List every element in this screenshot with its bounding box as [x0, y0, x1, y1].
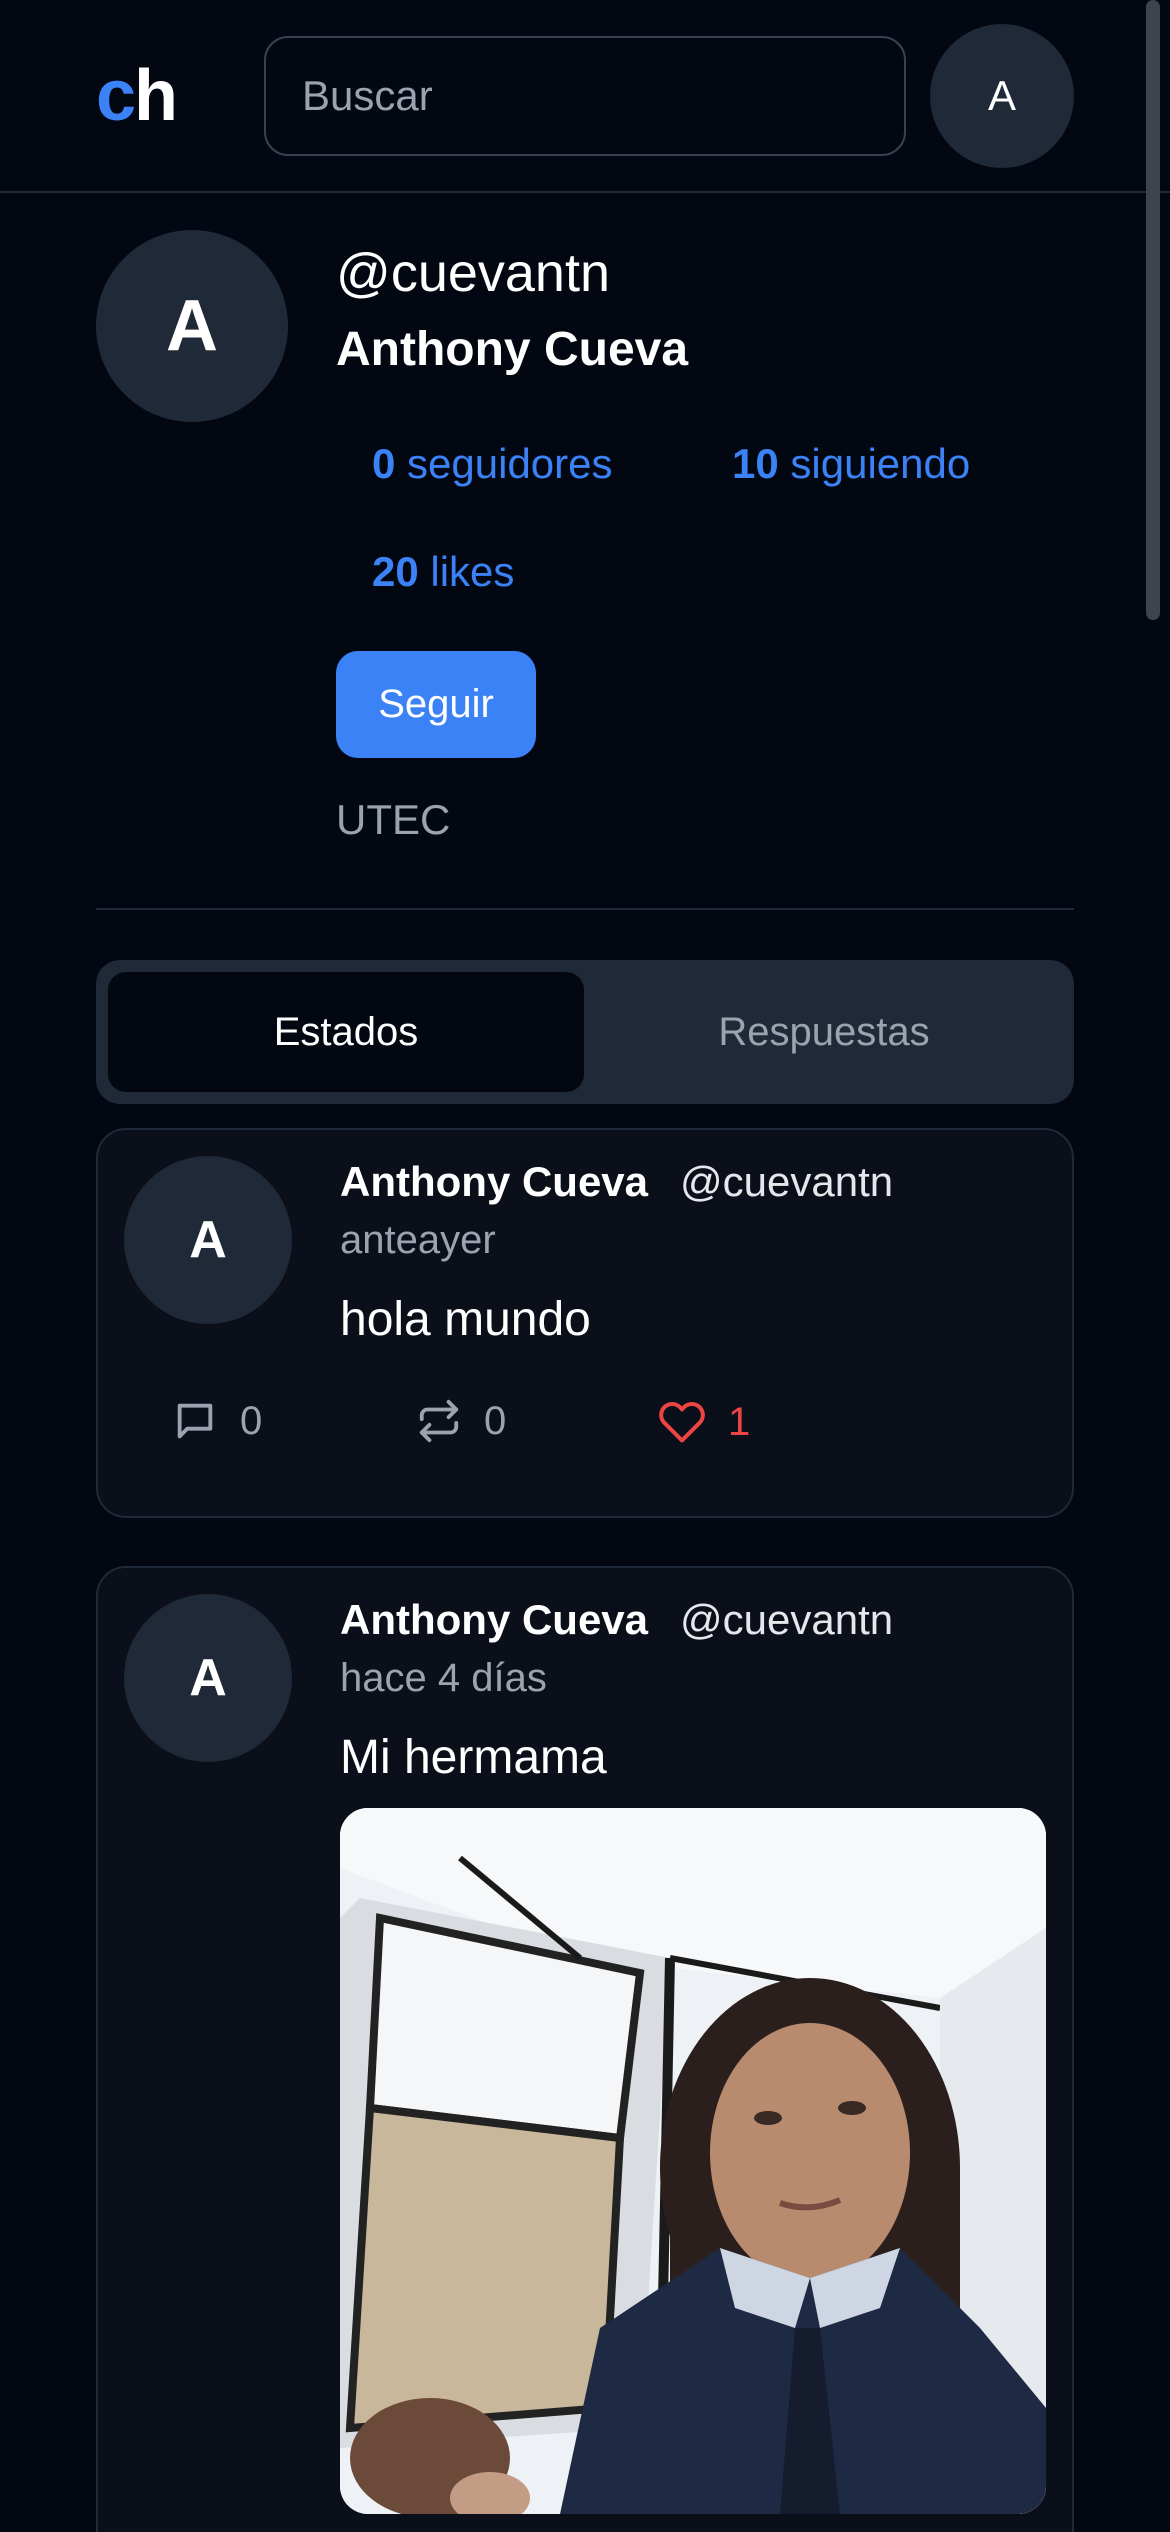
following-label: siguiendo [790, 440, 971, 487]
post-author-handle[interactable]: @cuevantn [680, 1158, 893, 1206]
post-author-avatar[interactable]: A [124, 1594, 292, 1762]
heart-icon [659, 1401, 705, 1443]
post-photo[interactable] [340, 1808, 1046, 2514]
post-card[interactable]: A Anthony Cueva @cuevantn hace 4 días Mi… [96, 1566, 1074, 2532]
post-author-name[interactable]: Anthony Cueva [340, 1596, 648, 1644]
tab-estados[interactable]: Estados [108, 972, 584, 1092]
post-author-name[interactable]: Anthony Cueva [340, 1158, 648, 1206]
likes-link[interactable]: 20 likes [372, 548, 514, 596]
photo-illustration [340, 1808, 1046, 2514]
followers-link[interactable]: 0 seguidores [372, 440, 613, 488]
likes-count: 20 [372, 548, 419, 595]
follow-button[interactable]: Seguir [336, 651, 536, 758]
profile-name: Anthony Cueva [336, 323, 689, 376]
like-button[interactable]: 1 [658, 1398, 750, 1446]
followers-count: 0 [372, 440, 396, 487]
post-author-avatar[interactable]: A [124, 1156, 292, 1324]
profile-handle: @cuevantn [336, 243, 610, 303]
comment-icon [177, 1403, 213, 1439]
user-avatar-button[interactable]: A [930, 24, 1074, 168]
search-input[interactable] [264, 36, 906, 156]
like-count: 1 [728, 1399, 751, 1444]
followers-label: seguidores [407, 440, 613, 487]
post-text: Mi hermama [340, 1731, 607, 1784]
scrollbar-thumb[interactable] [1146, 0, 1160, 620]
repost-icon [419, 1399, 459, 1443]
following-count: 10 [732, 440, 779, 487]
post-timestamp: hace 4 días [340, 1656, 547, 1700]
post-card[interactable]: A Anthony Cueva @cuevantn anteayer hola … [96, 1128, 1074, 1518]
repost-button[interactable]: 0 [416, 1398, 506, 1444]
reply-button[interactable]: 0 [172, 1398, 262, 1444]
post-timestamp: anteayer [340, 1218, 496, 1262]
post-text: hola mundo [340, 1293, 591, 1346]
tab-respuestas[interactable]: Respuestas [586, 972, 1062, 1092]
logo-letter-c: c [96, 56, 136, 136]
reply-count: 0 [240, 1398, 263, 1443]
following-link[interactable]: 10 siguiendo [732, 440, 970, 488]
post-author-handle[interactable]: @cuevantn [680, 1596, 893, 1644]
top-bar: ch A [0, 0, 1170, 193]
profile-divider [96, 908, 1074, 910]
logo-letter-h: h [134, 56, 178, 136]
likes-label: likes [430, 548, 515, 595]
app-logo[interactable]: ch [96, 56, 178, 136]
profile-avatar: A [96, 230, 288, 422]
profile-bio: UTEC [336, 796, 451, 843]
profile-tabs: Estados Respuestas [96, 960, 1074, 1104]
repost-count: 0 [484, 1398, 507, 1443]
